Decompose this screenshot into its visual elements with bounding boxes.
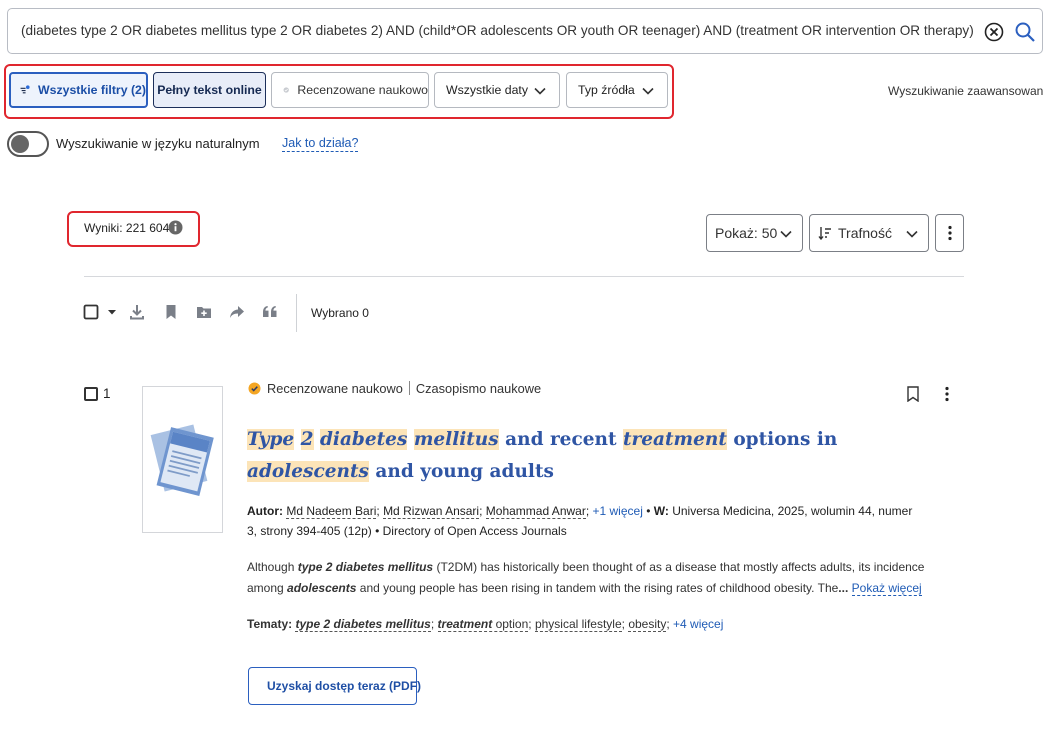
results-divider — [84, 276, 964, 277]
select-all-checkbox[interactable] — [83, 304, 99, 320]
title-highlight: diabetes — [319, 429, 408, 450]
subjects-label: Tematy: — [247, 617, 293, 631]
abstract-text: Although — [247, 560, 295, 574]
share-icon[interactable] — [229, 304, 245, 320]
result-source-kind: Czasopismo naukowe — [415, 381, 542, 396]
result-peer-reviewed: Recenzowane naukowo — [267, 381, 403, 396]
chevron-down-icon — [906, 230, 918, 238]
authors-label: Autor: — [247, 504, 283, 518]
filter-icon — [20, 85, 30, 94]
clear-search-icon[interactable] — [983, 21, 1005, 43]
title-highlight: mellitus — [413, 429, 499, 450]
result-meta: Recenzowane naukowo Czasopismo naukowe — [267, 381, 541, 396]
result-subjects: Tematy: type 2 diabetes mellitus; treatm… — [247, 617, 724, 632]
result-authors: Autor: Md Nadeem Bari; Md Rizwan Ansari;… — [247, 504, 913, 538]
cite-icon[interactable] — [262, 304, 278, 320]
add-to-folder-icon[interactable] — [196, 304, 212, 320]
sort-dropdown[interactable]: Trafność — [809, 214, 929, 252]
sort-icon — [818, 227, 831, 240]
toggle-knob — [11, 135, 29, 153]
title-text: and young adults — [375, 461, 554, 482]
results-per-page-label: Pokaż: 50 — [715, 225, 778, 241]
download-icon[interactable] — [129, 304, 145, 320]
full-text-online-button[interactable]: Pełny tekst online — [153, 72, 266, 108]
abstract-keyword: type 2 diabetes mellitus — [297, 560, 434, 574]
all-dates-dropdown[interactable]: Wszystkie daty — [434, 72, 560, 108]
subject-link[interactable]: treatment option — [437, 617, 529, 632]
sort-label: Trafność — [838, 225, 892, 241]
subjects-more-link[interactable]: +4 więcej — [673, 617, 723, 631]
result-title-link[interactable]: Type 2 diabetes mellitus and recent trea… — [247, 424, 907, 488]
more-options-button[interactable] — [935, 214, 964, 252]
natural-language-label: Wyszukiwanie w języku naturalnym — [56, 136, 260, 151]
title-text: options in — [733, 429, 838, 450]
result-checkbox[interactable] — [84, 387, 98, 401]
peer-reviewed-badge-icon — [283, 87, 289, 93]
author-link[interactable]: Md Nadeem Bari — [286, 504, 377, 519]
get-access-label: Uzyskaj dostęp teraz (PDF) — [267, 679, 422, 693]
subject-link[interactable]: obesity — [628, 617, 667, 632]
all-filters-label: Wszystkie filtry (2) — [38, 83, 146, 97]
title-highlight: Type — [247, 429, 295, 450]
author-link[interactable]: Mohammad Anwar — [485, 504, 586, 519]
source-type-dropdown[interactable]: Typ źródła — [566, 72, 668, 108]
selected-count: Wybrano 0 — [311, 306, 369, 320]
chevron-down-icon — [642, 87, 654, 95]
peer-reviewed-label: Recenzowane naukowo — [297, 83, 428, 97]
subject-link[interactable]: type 2 diabetes mellitus — [295, 617, 431, 632]
advanced-search-link[interactable]: Wyszukiwanie zaawansowane — [888, 84, 1043, 98]
meta-separator — [408, 381, 410, 395]
bookmark-outline-icon[interactable] — [906, 386, 920, 402]
subject-keyword: treatment — [437, 617, 493, 631]
abstract-keyword: adolescents — [287, 581, 357, 595]
peer-reviewed-button[interactable]: Recenzowane naukowo — [271, 72, 429, 108]
bookmark-icon[interactable] — [163, 304, 179, 320]
author-link[interactable]: Md Rizwan Ansari — [383, 504, 480, 519]
chevron-down-icon — [780, 230, 792, 238]
all-filters-button[interactable]: Wszystkie filtry (2) — [9, 72, 148, 108]
caret-down-icon[interactable] — [107, 304, 117, 320]
how-it-works-link[interactable]: Jak to działa? — [282, 136, 359, 152]
document-icon — [150, 424, 214, 496]
results-per-page-dropdown[interactable]: Pokaż: 50 — [706, 214, 803, 252]
show-more-link[interactable]: Pokaż więcej — [851, 581, 922, 596]
result-number: 1 — [103, 386, 111, 401]
in-label: W: — [653, 504, 669, 518]
get-access-pdf-button[interactable]: Uzyskaj dostęp teraz (PDF) — [248, 667, 421, 705]
all-dates-label: Wszystkie daty — [446, 83, 528, 97]
title-highlight: 2 — [300, 429, 314, 450]
subject-link[interactable]: physical lifestyle — [534, 617, 622, 632]
authors-more-link[interactable]: +1 więcej — [593, 504, 643, 518]
title-text: and recent — [505, 429, 617, 450]
chevron-down-icon — [534, 87, 546, 95]
search-input[interactable]: (diabetes type 2 OR diabetes mellitus ty… — [21, 23, 976, 38]
title-highlight: adolescents — [247, 461, 369, 482]
full-text-label: Pełny tekst online — [157, 83, 262, 97]
results-count: Wyniki: 221 604 — [84, 221, 170, 235]
peer-reviewed-icon — [248, 382, 261, 395]
abstract-text: and young people has been rising in tand… — [359, 581, 839, 595]
result-abstract: Although type 2 diabetes mellitus (T2DM)… — [247, 560, 925, 596]
info-icon[interactable] — [168, 220, 183, 235]
subject-text: option — [495, 617, 529, 631]
source-type-label: Typ źródła — [578, 83, 635, 97]
result-thumbnail[interactable] — [142, 386, 223, 533]
title-highlight: treatment — [622, 429, 727, 450]
search-icon[interactable] — [1013, 20, 1037, 44]
search-bar[interactable]: (diabetes type 2 OR diabetes mellitus ty… — [7, 8, 1043, 54]
database-name: Directory of Open Access Journals — [382, 524, 567, 538]
natural-language-toggle[interactable] — [7, 131, 49, 157]
toolbar-separator — [296, 294, 297, 332]
result-kebab-menu-icon[interactable] — [939, 386, 955, 402]
kebab-menu-icon — [947, 225, 952, 241]
